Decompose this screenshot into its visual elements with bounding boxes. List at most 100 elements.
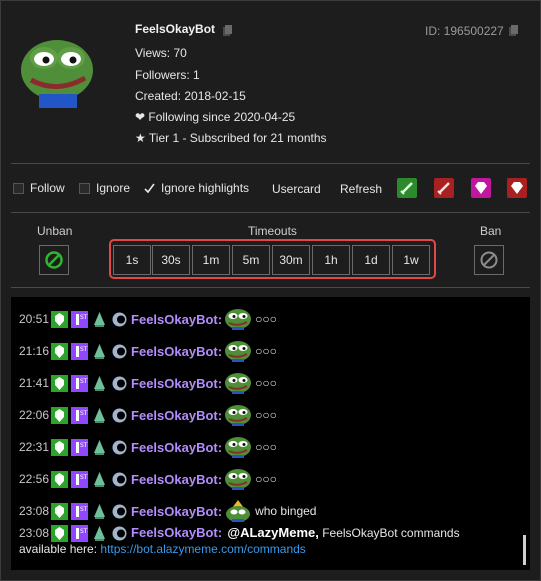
chat-log[interactable]: 20:51 ST FeelsOkayBot: ○○○ 21:16 ST FeelsO… xyxy=(11,297,530,570)
message-timestamp: 23:08 xyxy=(19,526,50,540)
timeout-30s-button[interactable]: 30s xyxy=(152,245,190,275)
feelsokayman-emote-icon xyxy=(225,437,252,458)
timeout-1w-button[interactable]: 1w xyxy=(392,245,430,275)
svg-text:ST: ST xyxy=(80,442,88,449)
chatterino-badge-icon xyxy=(112,472,127,486)
copy-id-icon[interactable] xyxy=(509,25,518,36)
mod-sword-red-icon[interactable] xyxy=(434,178,454,198)
founder-badge-icon: ST xyxy=(71,374,89,392)
chat-message[interactable]: 21:16 ST FeelsOkayBot: ○○○ xyxy=(19,339,277,363)
tree-badge-icon xyxy=(94,503,106,519)
copy-icon[interactable] xyxy=(223,25,232,36)
usercard-button[interactable]: Usercard xyxy=(272,182,321,196)
timeout-1h-button[interactable]: 1h xyxy=(312,245,350,275)
svg-text:ST: ST xyxy=(80,506,88,513)
chat-message[interactable]: 22:31 ST FeelsOkayBot: ○○○ xyxy=(19,435,277,459)
verified-badge-icon xyxy=(51,525,69,543)
message-timestamp: 23:08 xyxy=(19,504,50,518)
chatterino-badge-icon xyxy=(112,504,127,518)
chat-message[interactable]: 22:56 ST FeelsOkayBot: ○○○ xyxy=(19,467,277,491)
verified-badge-icon xyxy=(51,438,69,456)
follow-checkbox[interactable]: Follow xyxy=(13,181,65,195)
chatterino-badge-icon xyxy=(112,344,127,358)
svg-text:ST: ST xyxy=(80,378,88,385)
message-username[interactable]: FeelsOkayBot xyxy=(131,504,218,519)
divider xyxy=(11,287,530,288)
founder-badge-icon: ST xyxy=(71,310,89,328)
svg-text:ST: ST xyxy=(80,314,88,321)
message-username[interactable]: FeelsOkayBot xyxy=(131,312,218,327)
unban-icon xyxy=(45,251,63,269)
ignore-highlights-check-icon[interactable] xyxy=(144,183,155,194)
message-username[interactable]: FeelsOkayBot xyxy=(131,440,218,455)
message-timestamp: 22:31 xyxy=(19,440,50,454)
chatterino-badge-icon xyxy=(112,376,127,390)
feelsokayman-emote-icon xyxy=(225,309,252,330)
message-username[interactable]: FeelsOkayBot xyxy=(131,525,218,540)
subscription-text: Tier 1 - Subscribed for 21 months xyxy=(148,131,327,145)
unban-button[interactable] xyxy=(39,245,69,275)
vip-gem-icon[interactable] xyxy=(471,178,491,198)
message-colon: : xyxy=(217,407,223,423)
chatterino-badge-icon xyxy=(112,408,127,422)
mod-sword-green-icon[interactable] xyxy=(397,178,417,198)
tree-badge-icon xyxy=(94,311,106,327)
message-text: ○○○ xyxy=(255,408,277,422)
user-id: ID: 196500227 xyxy=(425,24,504,38)
divider xyxy=(11,163,530,164)
chat-scrollbar[interactable] xyxy=(523,535,526,565)
views-text: Views: 70 xyxy=(135,46,187,60)
chat-message[interactable]: 21:41 ST FeelsOkayBot: ○○○ xyxy=(19,371,277,395)
ignore-checkbox[interactable]: Ignore xyxy=(79,181,130,195)
message-colon: : xyxy=(217,471,223,487)
star-icon: ★ xyxy=(135,131,146,145)
ban-button[interactable] xyxy=(474,245,504,275)
avatar xyxy=(21,40,93,108)
message-colon: : xyxy=(217,439,223,455)
chat-message[interactable]: 20:51 ST FeelsOkayBot: ○○○ xyxy=(19,307,277,331)
message-colon: : xyxy=(217,343,223,359)
chatterino-badge-icon xyxy=(112,312,127,326)
message-username[interactable]: FeelsOkayBot xyxy=(131,344,218,359)
message-mention[interactable]: @ALazyMeme, xyxy=(227,525,318,540)
chatterino-badge-icon xyxy=(112,440,127,454)
founder-badge-icon: ST xyxy=(71,438,89,456)
message-timestamp: 20:51 xyxy=(19,312,50,326)
timeout-30m-button[interactable]: 30m xyxy=(272,245,310,275)
chat-message[interactable]: 22:06 ST FeelsOkayBot: ○○○ xyxy=(19,403,277,427)
timeout-1m-button[interactable]: 1m xyxy=(192,245,230,275)
message-timestamp: 21:16 xyxy=(19,344,50,358)
chat-message[interactable]: 23:08 ST FeelsOkayBot: @ALazyMeme, Feels… xyxy=(19,525,519,557)
chat-message[interactable]: 23:08 ST FeelsOkayBot: who binged xyxy=(19,499,316,523)
founder-badge-icon: ST xyxy=(71,525,89,543)
tree-badge-icon xyxy=(94,343,106,359)
svg-text:ST: ST xyxy=(80,410,88,417)
feelsokayman-emote-icon xyxy=(225,469,252,490)
message-link[interactable]: https://bot.alazymeme.com/commands xyxy=(100,542,305,556)
ignore-highlights-checkbox[interactable]: Ignore highlights xyxy=(144,181,249,195)
created-text: Created: 2018-02-15 xyxy=(135,89,246,103)
founder-badge-icon: ST xyxy=(71,406,89,424)
timeout-1d-button[interactable]: 1d xyxy=(352,245,390,275)
followers-text: Followers: 1 xyxy=(135,68,200,82)
subscription-line: ★ Tier 1 - Subscribed for 21 months xyxy=(135,131,327,145)
timeout-1s-button[interactable]: 1s xyxy=(113,245,151,275)
message-text: ○○○ xyxy=(255,440,277,454)
tree-badge-icon xyxy=(94,407,106,423)
message-text: ○○○ xyxy=(255,312,277,326)
message-text: FeelsOkayBot commands xyxy=(322,526,460,540)
timeout-5m-button[interactable]: 5m xyxy=(232,245,270,275)
vip-remove-gem-icon[interactable] xyxy=(507,178,527,198)
tree-badge-icon xyxy=(94,439,106,455)
verified-badge-icon xyxy=(51,406,69,424)
message-username[interactable]: FeelsOkayBot xyxy=(131,408,218,423)
founder-badge-icon: ST xyxy=(71,342,89,360)
divider xyxy=(11,212,530,213)
message-text: ○○○ xyxy=(255,344,277,358)
message-username[interactable]: FeelsOkayBot xyxy=(131,472,218,487)
follow-checkbox-box[interactable] xyxy=(13,182,24,194)
message-timestamp: 21:41 xyxy=(19,376,50,390)
ignore-checkbox-box[interactable] xyxy=(79,182,90,194)
message-username[interactable]: FeelsOkayBot xyxy=(131,376,218,391)
refresh-button[interactable]: Refresh xyxy=(340,182,382,196)
